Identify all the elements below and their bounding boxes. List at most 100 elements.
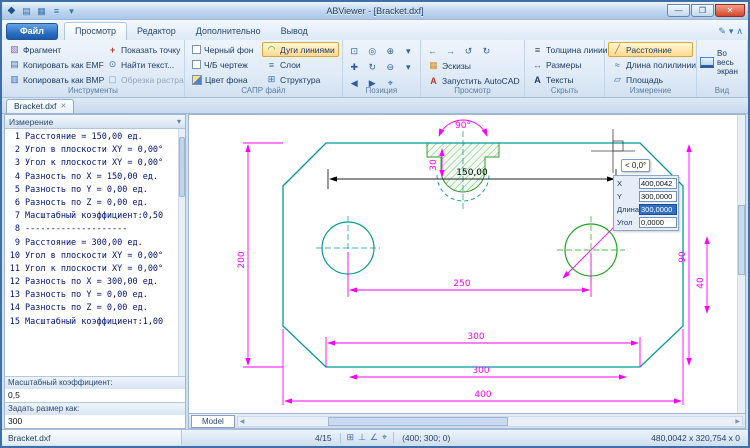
group-label-view: Просмотр <box>421 86 524 97</box>
bw-drawing-checkbox[interactable] <box>192 60 201 69</box>
print-icon[interactable]: ≡ <box>50 5 63 17</box>
target-toggle-icon[interactable]: ⌖ <box>382 432 387 443</box>
set-size-input[interactable]: 300 <box>5 414 185 428</box>
zoom-out-icon[interactable]: ⊖ <box>382 59 399 74</box>
tab-view[interactable]: Просмотр <box>64 22 127 40</box>
bw-drawing-button[interactable]: Ч/Б чертеж <box>188 57 260 72</box>
tab-advanced[interactable]: Дополнительно <box>186 23 271 40</box>
fragment-button[interactable]: ▧ Фрагмент <box>5 42 101 57</box>
list-item[interactable]: 5Разность по Y = 0,00 ед. <box>5 184 185 197</box>
list-item[interactable]: 6Разность по Z = 0,00 ед. <box>5 197 185 210</box>
close-button[interactable]: ✕ <box>715 4 745 17</box>
file-menu-button[interactable]: Файл <box>6 23 58 40</box>
fullscreen-label: Во весь экран <box>717 49 744 76</box>
list-item[interactable]: 12Разность по X = 300,00 ед. <box>5 276 185 289</box>
group-label-measure: Измерение <box>605 86 696 97</box>
coordinate-input-panel: X 400,0042 Y 300,0000 Длина 300,0000 Уго… <box>613 175 679 231</box>
canvas-vscrollbar[interactable] <box>737 115 745 413</box>
copy-emf-button[interactable]: ▤ Копировать как EMF <box>5 57 101 72</box>
texts-label: Тексты <box>546 75 574 85</box>
panel-pin-icon[interactable]: ▾ <box>177 117 181 126</box>
scroll-right-icon[interactable]: ▶ <box>735 418 740 425</box>
list-item[interactable]: 8-------------------- <box>5 223 185 236</box>
black-bg-label: Черный фон <box>204 45 253 55</box>
dimensions-button[interactable]: ↔ Размеры <box>528 57 601 72</box>
list-item[interactable]: 10Угол в плоскости XY = 0,00° <box>5 250 185 263</box>
polyline-length-button[interactable]: ≈ Длина полилинии <box>608 57 693 72</box>
list-item[interactable]: 14Разность по Z = 0,00 ед. <box>5 302 185 315</box>
black-bg-button[interactable]: Черный фон <box>188 42 260 57</box>
app-icon[interactable]: ◆ <box>5 5 18 17</box>
show-point-button[interactable]: + Показать точку <box>103 42 188 57</box>
pan-dropdown-icon[interactable]: ▾ <box>400 59 417 74</box>
fullscreen-button[interactable]: Во весь экран <box>700 42 744 82</box>
zoom-in-icon[interactable]: ⊕ <box>382 43 399 58</box>
osnap-toggle-icon[interactable]: ∠ <box>370 432 378 443</box>
distance-button[interactable]: ╱ Расстояние <box>608 42 693 57</box>
area-button[interactable]: ▱ Площадь <box>608 72 693 87</box>
ortho-toggle-icon[interactable]: ⊥ <box>358 432 366 443</box>
arcs-as-lines-button[interactable]: ◠ Дуги линиями <box>262 42 339 57</box>
list-item[interactable]: 1Расстояние = 150,00 ед. <box>5 131 185 144</box>
drawing-canvas[interactable]: 90° 30 200 Ø50 250 300 300 400 90 40 150… <box>188 114 746 414</box>
list-item[interactable]: 15Масштабный коэффициент:1,00 <box>5 316 185 329</box>
group-label-hide: Скрыть <box>525 86 604 97</box>
texts-button[interactable]: A Тексты <box>528 72 601 87</box>
qa-dropdown-icon[interactable]: ▾ <box>65 5 78 17</box>
find-text-button[interactable]: ⊙ Найти текст... <box>103 57 188 72</box>
measurement-list[interactable]: 1Расстояние = 150,00 ед. 2Угол в плоскос… <box>5 129 185 376</box>
black-bg-checkbox[interactable] <box>192 45 201 54</box>
texts-icon: A <box>532 75 543 85</box>
zoom-window-icon[interactable]: ⊡ <box>346 43 363 58</box>
list-item[interactable]: 3Угол к плоскости XY = 0,00° <box>5 157 185 170</box>
coord-x-input[interactable]: 400,0042 <box>639 178 677 189</box>
minimize-button[interactable]: — <box>667 4 690 17</box>
document-tab-close-icon[interactable]: ✕ <box>61 102 67 110</box>
tab-editor[interactable]: Редактор <box>127 23 186 40</box>
scale-factor-input[interactable]: 0,5 <box>5 388 185 402</box>
copy-bmp-icon: ▥ <box>9 74 20 85</box>
ribbon-tab-row: Файл Просмотр Редактор Дополнительно Выв… <box>2 20 748 40</box>
copy-bmp-button[interactable]: ▥ Копировать как BMP <box>5 72 101 87</box>
bg-color-label: Цвет фона <box>205 75 248 85</box>
panel-scrollbar[interactable] <box>178 129 185 376</box>
thumbnails-button[interactable]: ▦ Эскизы <box>424 58 521 73</box>
layers-button[interactable]: ≡ Слои <box>262 57 339 72</box>
collapse-ribbon-icon[interactable]: ∧ <box>736 26 743 37</box>
zoom-extents-icon[interactable]: ◎ <box>364 43 381 58</box>
coord-y-input[interactable]: 300,0000 <box>639 191 677 202</box>
back-icon[interactable]: ← <box>424 43 441 58</box>
model-layout-tab[interactable]: Model <box>191 415 235 428</box>
tab-output[interactable]: Вывод <box>271 23 318 40</box>
coord-length-input[interactable]: 300,0000 <box>639 204 677 215</box>
canvas-hscrollbar[interactable]: ◀ ▶ <box>237 416 743 427</box>
list-item[interactable]: 9Расстояние = 300,00 ед. <box>5 237 185 250</box>
zoom-dropdown-icon[interactable]: ▾ <box>400 43 417 58</box>
list-item[interactable]: 11Угол к плоскости XY = 0,00° <box>5 263 185 276</box>
list-item[interactable]: 7Масштабный коэффициент:0,50 <box>5 210 185 223</box>
bg-color-button[interactable]: Цвет фона <box>188 72 260 87</box>
line-width-button[interactable]: ≡ Толщина линии <box>528 42 601 57</box>
redo-view-icon[interactable]: ↻ <box>478 43 495 58</box>
document-tab[interactable]: Bracket.dxf ✕ <box>6 99 74 113</box>
save-icon[interactable]: ▤ <box>20 5 33 17</box>
style-dropdown-icon[interactable]: ▾ <box>729 26 734 37</box>
fullscreen-icon <box>700 57 714 68</box>
pan-icon[interactable]: ✚ <box>346 59 363 74</box>
statusbar-file-tab[interactable]: Bracket.dxf <box>2 430 182 445</box>
style-pencil-icon[interactable]: ✎ <box>718 26 726 37</box>
maximize-button[interactable]: ❐ <box>691 4 714 17</box>
scroll-left-icon[interactable]: ◀ <box>240 418 245 425</box>
structure-button[interactable]: ⊞ Структура <box>262 72 339 87</box>
arcs-as-lines-label: Дуги линиями <box>280 45 335 55</box>
list-item[interactable]: 2Угол в плоскости XY = 0,00° <box>5 144 185 157</box>
area-icon: ▱ <box>612 74 623 85</box>
list-item[interactable]: 13Разность по Y = 0,00 ед. <box>5 289 185 302</box>
coord-angle-input[interactable]: 0,0000 <box>639 217 677 228</box>
undo-view-icon[interactable]: ↺ <box>460 43 477 58</box>
open-icon[interactable]: ▦ <box>35 5 48 17</box>
list-item[interactable]: 4Разность по X = 150,00 ед. <box>5 171 185 184</box>
grid-toggle-icon[interactable]: ⊞ <box>347 432 355 443</box>
rotate-icon[interactable]: ↻ <box>364 59 381 74</box>
forward-icon[interactable]: → <box>442 43 459 58</box>
